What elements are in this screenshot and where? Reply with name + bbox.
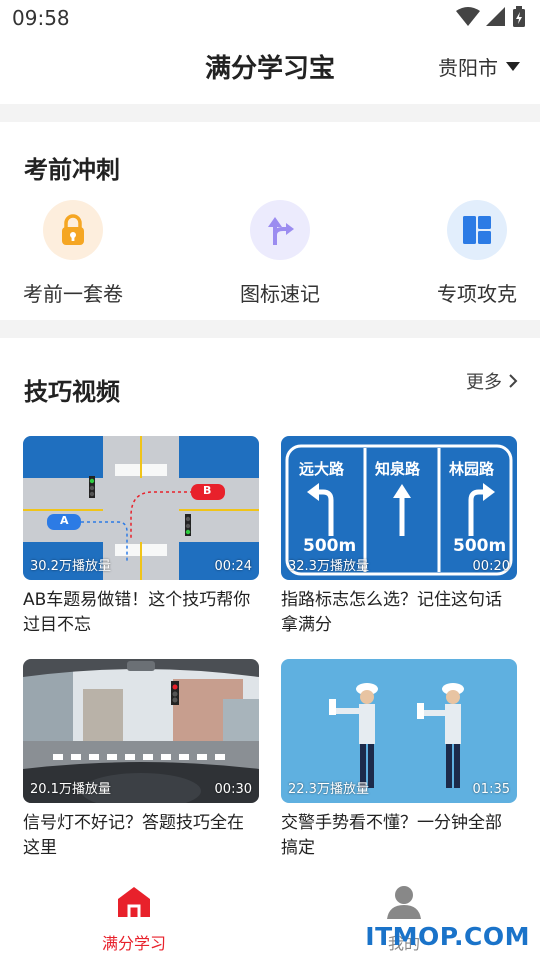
section-divider xyxy=(0,104,540,122)
more-label: 更多 xyxy=(466,372,502,393)
car-a-label: A xyxy=(60,514,69,527)
video-card[interactable]: 远大路 知泉路 林园路 500m 500m 32.3万播放量 00:20 指路标… xyxy=(281,436,517,638)
grid-icon xyxy=(447,200,507,260)
sign-distance-label: 500m xyxy=(453,536,507,556)
more-videos-link[interactable]: 更多 xyxy=(466,368,518,394)
section-divider xyxy=(0,320,540,338)
app-header: 满分学习宝 贵阳市 xyxy=(0,36,540,100)
video-views: 20.1万播放量 xyxy=(30,782,111,797)
video-title: 信号灯不好记？答题技巧全在这里 xyxy=(23,813,244,858)
sprint-item-mock-exam[interactable]: 考前一套卷 xyxy=(8,200,138,320)
video-thumbnail-traffic-light: 20.1万播放量 00:30 xyxy=(23,659,259,803)
videos-section-title: 技巧视频 xyxy=(24,378,120,406)
video-views: 22.3万播放量 xyxy=(288,782,369,797)
battery-icon xyxy=(513,6,525,27)
video-title: 交警手势看不懂？一分钟全部搞定 xyxy=(281,813,502,858)
video-duration: 00:30 xyxy=(214,782,252,797)
sprint-item-label: 考前一套卷 xyxy=(23,282,123,306)
sign-road-label: 林园路 xyxy=(449,460,495,478)
chevron-right-icon xyxy=(509,374,518,388)
city-label: 贵阳市 xyxy=(438,56,498,80)
video-title: 指路标志怎么选？记住这句话拿满分 xyxy=(281,590,502,635)
sprint-item-sign-memory[interactable]: 图标速记 xyxy=(215,200,345,320)
sign-road-label: 远大路 xyxy=(299,460,345,478)
status-icons xyxy=(456,6,526,28)
signal-icon xyxy=(486,7,505,26)
status-time: 09:58 xyxy=(12,6,70,30)
video-duration: 00:20 xyxy=(472,559,510,574)
video-duration: 00:24 xyxy=(214,559,252,574)
video-card[interactable]: B A 30.2万播放量 00:24 AB车题易做错！这个技巧帮你过目不忘 xyxy=(23,436,259,638)
video-duration: 01:35 xyxy=(472,782,510,797)
caret-down-icon xyxy=(506,62,520,71)
city-selector[interactable]: 贵阳市 xyxy=(438,52,520,81)
video-card[interactable]: 20.1万播放量 00:30 信号灯不好记？答题技巧全在这里 xyxy=(23,659,259,861)
lock-icon xyxy=(43,200,103,260)
direction-sign-icon xyxy=(250,200,310,260)
nav-label: 满分学习 xyxy=(101,934,166,953)
home-icon xyxy=(118,887,150,917)
watermark: ITMOP.COM xyxy=(365,922,530,951)
video-views: 32.3万播放量 xyxy=(288,559,369,574)
nav-item-study[interactable]: 满分学习 xyxy=(64,884,204,954)
video-thumbnail-ab-cars: B A 30.2万播放量 00:24 xyxy=(23,436,259,580)
sign-road-label: 知泉路 xyxy=(375,460,421,478)
car-b-label: B xyxy=(203,484,212,497)
wifi-icon xyxy=(456,7,480,26)
video-views: 30.2万播放量 xyxy=(30,559,111,574)
video-title: AB车题易做错！这个技巧帮你过目不忘 xyxy=(23,590,251,635)
sprint-item-label: 专项攻克 xyxy=(437,282,517,306)
video-thumbnail-police-gestures: 22.3万播放量 01:35 xyxy=(281,659,517,803)
sign-distance-label: 500m xyxy=(303,536,357,556)
video-card[interactable]: 22.3万播放量 01:35 交警手势看不懂？一分钟全部搞定 xyxy=(281,659,517,861)
status-bar: 09:58 xyxy=(0,0,540,36)
sprint-section-title: 考前冲刺 xyxy=(24,156,120,184)
video-thumbnail-direction-sign: 远大路 知泉路 林园路 500m 500m 32.3万播放量 00:20 xyxy=(281,436,517,580)
user-icon xyxy=(387,886,421,919)
sprint-item-label: 图标速记 xyxy=(240,282,320,306)
sprint-item-special-topics[interactable]: 专项攻克 xyxy=(412,200,540,320)
